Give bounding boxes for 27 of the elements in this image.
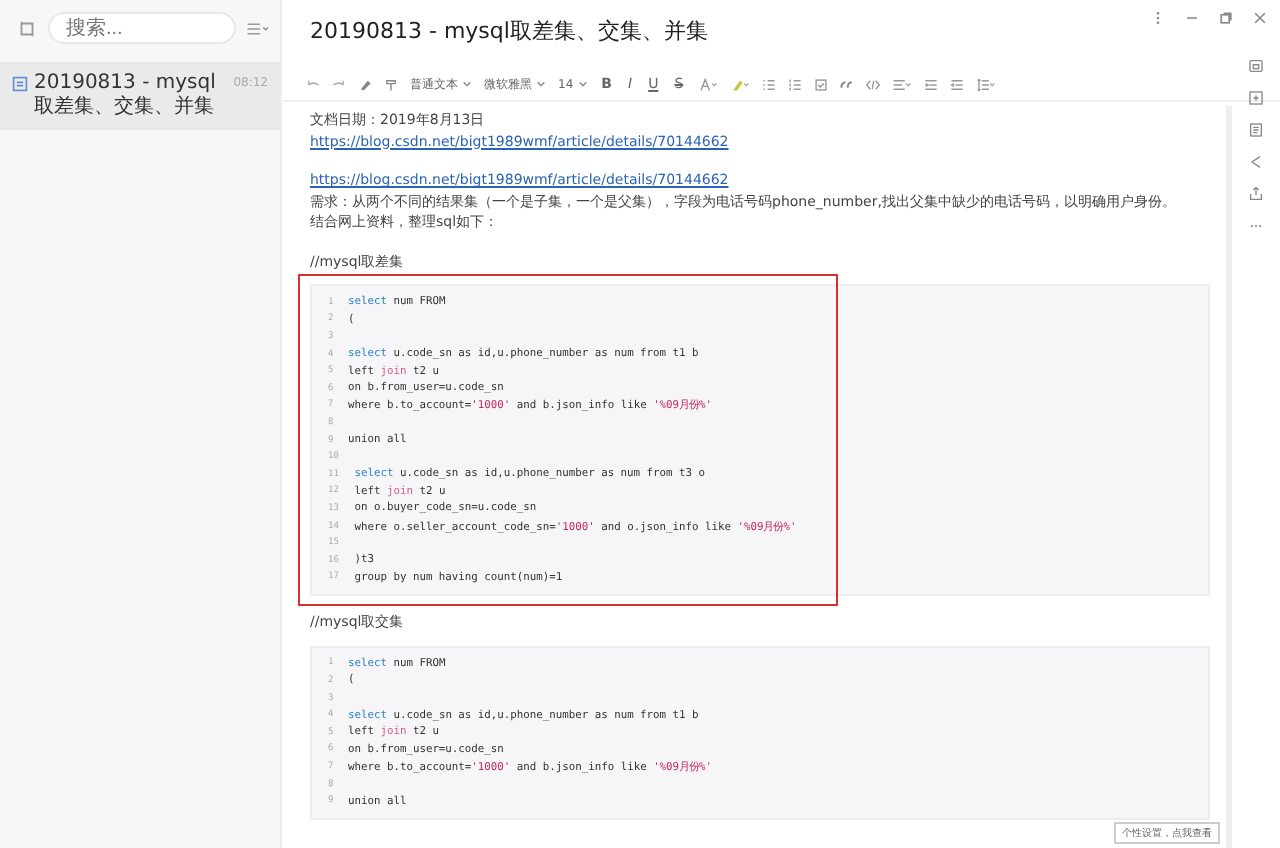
redo-icon[interactable] bbox=[332, 77, 346, 91]
paint-brush-icon[interactable] bbox=[384, 77, 398, 91]
align-icon[interactable] bbox=[891, 77, 912, 91]
caret-icon bbox=[577, 80, 588, 88]
add-icon[interactable] bbox=[1248, 90, 1264, 106]
bullet-list-icon[interactable] bbox=[761, 77, 776, 91]
line-height-icon[interactable] bbox=[975, 77, 996, 91]
caret-icon bbox=[462, 80, 472, 88]
export-icon[interactable] bbox=[1248, 186, 1264, 202]
eraser-icon[interactable] bbox=[358, 77, 372, 91]
quote-icon[interactable] bbox=[839, 77, 854, 91]
outdent-icon[interactable] bbox=[949, 77, 964, 91]
window-icon[interactable] bbox=[1248, 58, 1264, 74]
indent-icon[interactable] bbox=[923, 77, 938, 91]
document-icon bbox=[12, 76, 28, 92]
checkbox-icon[interactable] bbox=[813, 77, 828, 91]
numbered-list-icon[interactable] bbox=[787, 77, 802, 91]
text-color-icon[interactable] bbox=[697, 77, 718, 91]
code-icon[interactable] bbox=[865, 77, 880, 91]
highlighter-icon[interactable] bbox=[729, 77, 750, 91]
caret-icon bbox=[536, 80, 546, 88]
search-field[interactable]: 搜索... bbox=[48, 12, 236, 44]
close-icon[interactable] bbox=[1252, 10, 1268, 26]
document-title: 20190813 - mysql取差集、交集、并集 bbox=[310, 16, 708, 46]
undo-icon[interactable] bbox=[306, 77, 320, 91]
document-icon[interactable] bbox=[1248, 122, 1264, 138]
restore-icon[interactable] bbox=[1218, 10, 1234, 26]
